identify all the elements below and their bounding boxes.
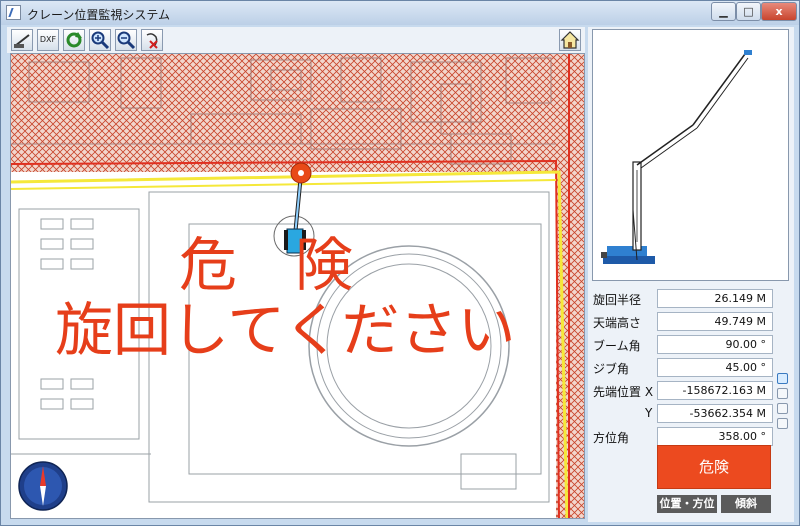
compass-icon: [18, 461, 68, 511]
jib-angle-value: 45.00 °: [657, 358, 773, 377]
crane-elevation-drawing: [601, 50, 752, 264]
display-toggle-3[interactable]: [777, 403, 788, 414]
tilt-button[interactable]: 傾斜: [721, 495, 771, 513]
clear-button[interactable]: [141, 29, 163, 51]
home-icon: [560, 31, 580, 49]
azimuth-label: 方位角: [593, 431, 630, 445]
maximize-button[interactable]: □: [736, 2, 761, 21]
home-button[interactable]: [559, 29, 581, 51]
zoom-out-icon: [117, 31, 136, 50]
top-height-label: 天端高さ: [593, 316, 642, 330]
swing-instruction-text: 旋回してください: [55, 296, 516, 364]
dxf-label: DXF: [39, 35, 57, 44]
boom-angle-label: ブーム角: [593, 339, 641, 353]
tip-position-x-value: -158672.163 M: [657, 381, 773, 400]
boom-angle-value: 90.00 °: [657, 335, 773, 354]
title-bar: クレーン位置監視システム ▁ □ x: [1, 1, 799, 25]
crane-elevation-view: [592, 29, 789, 281]
crane-icon: [14, 34, 30, 48]
display-toggle-4[interactable]: [777, 418, 788, 429]
hazard-hatch-north: [11, 54, 584, 172]
refresh-icon: [66, 32, 82, 48]
refresh-button[interactable]: [63, 29, 85, 51]
tip-position-y-value: -53662.354 M: [657, 404, 773, 423]
tip-position-y-label: Y: [645, 406, 653, 420]
top-height-value: 49.749 M: [657, 312, 773, 331]
crane-side-icon: [601, 50, 752, 264]
site-map[interactable]: 危 険 旋回してください: [10, 53, 585, 519]
display-toggle-2[interactable]: [777, 388, 788, 399]
clear-icon: [146, 33, 158, 49]
zoom-in-button[interactable]: [89, 29, 111, 51]
jib-angle-label: ジブ角: [593, 362, 630, 376]
app-icon: [6, 5, 21, 20]
display-toggle-1[interactable]: [777, 373, 788, 384]
danger-status-button[interactable]: 危険: [657, 445, 771, 489]
dxf-button[interactable]: DXF: [37, 29, 59, 51]
zoom-out-button[interactable]: [115, 29, 137, 51]
app-window: クレーン位置監視システム ▁ □ x DXF 危 険 旋回してください 旋回半径…: [0, 0, 800, 526]
close-button[interactable]: x: [761, 2, 797, 21]
toolbar: DXF: [7, 27, 585, 53]
azimuth-value: 358.00 °: [657, 427, 773, 446]
turning-radius-value: 26.149 M: [657, 289, 773, 308]
window-title: クレーン位置監視システム: [27, 8, 171, 22]
zoom-in-icon: [91, 31, 110, 50]
position-azimuth-button[interactable]: 位置・方位: [657, 495, 717, 513]
tip-position-x-label: 先端位置 X: [593, 385, 654, 399]
minimize-button[interactable]: ▁: [711, 2, 736, 21]
turning-radius-label: 旋回半径: [593, 293, 642, 307]
crane-view-button[interactable]: [11, 29, 33, 51]
